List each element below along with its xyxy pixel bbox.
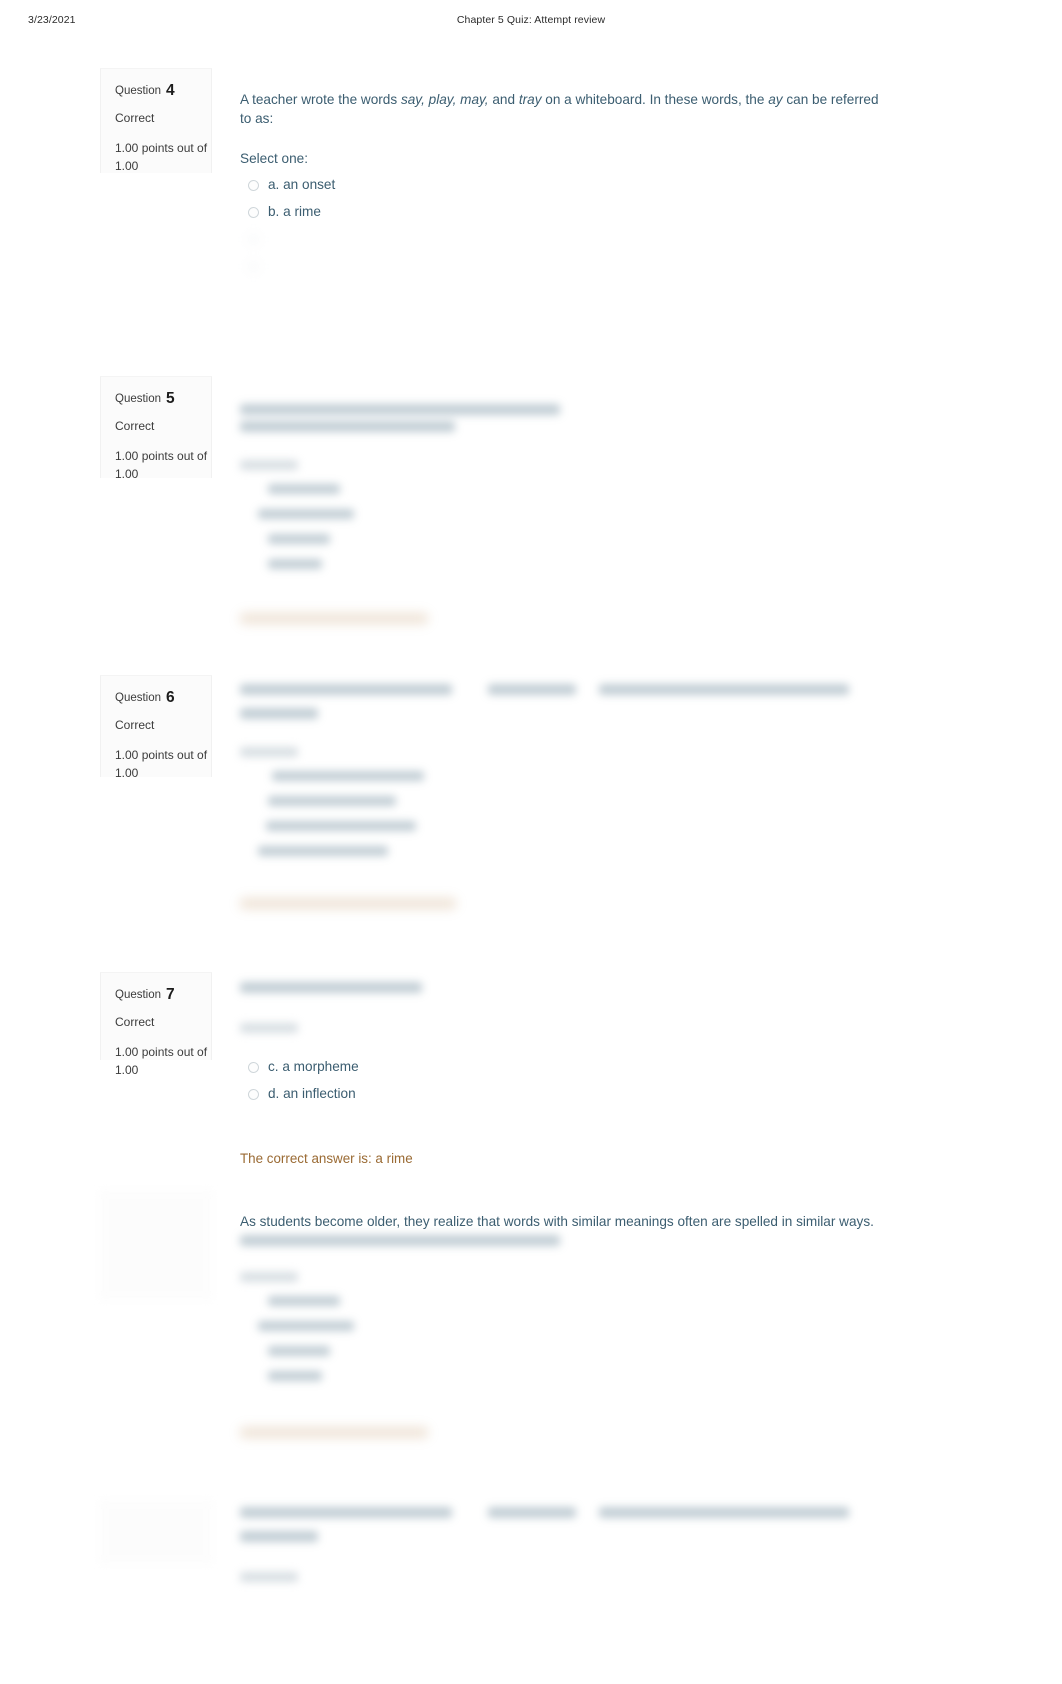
- answer-label-b-4: b. a rime: [268, 203, 321, 219]
- question-body-8-redacted: [240, 1235, 880, 1439]
- question-number-value-5: 5: [166, 390, 175, 407]
- q4-text-seg3: on a whiteboard. In these words, the: [541, 92, 769, 107]
- question-number-value-4: 4: [166, 82, 175, 99]
- question-body-7-redacted: [240, 982, 880, 1033]
- question-info-panel-9-redacted: [100, 1500, 212, 1564]
- question-info-panel-7: Question 7 Correct 1.00 points out of 1.0…: [100, 972, 212, 1077]
- q4-text-seg2: and: [488, 92, 519, 107]
- question-number-label-5: Question: [115, 393, 162, 405]
- radio-icon[interactable]: [248, 179, 259, 191]
- answer-option-a-4[interactable]: a. an onset: [240, 175, 880, 202]
- question-state-5: Correct: [115, 418, 155, 433]
- question-info-panel-5: Question 5 Correct 1.00 points out of 1.0…: [100, 376, 212, 481]
- question-number-row-6: Question 6: [115, 690, 211, 706]
- question-marks-4: 1.00 points out of 1.00: [115, 140, 208, 173]
- question-info-panel-4: Question 4 Correct 1.00 points out of 1.0…: [100, 68, 212, 173]
- question-body-4: A teacher wrote the words say, play, may…: [240, 90, 880, 283]
- q4-text-em3: ay: [768, 92, 783, 107]
- radio-icon[interactable]: [248, 1089, 259, 1100]
- correct-answer-text-7: The correct answer is: a rime: [240, 1151, 413, 1166]
- question-body-8: As students become older, they realize t…: [240, 1212, 880, 1439]
- question-number-label-7: Question: [115, 989, 162, 1001]
- answer-list-4: a. an onset b. a rime: [240, 175, 880, 283]
- radio-icon[interactable]: [248, 206, 259, 218]
- question-marks-7: 1.00 points out of 1.00: [115, 1044, 208, 1077]
- answer-label-c-7: c. a morpheme: [268, 1059, 359, 1074]
- question-body-5-redacted: [240, 404, 880, 624]
- question-number-value-6: 6: [166, 689, 175, 706]
- question-state-6: Correct: [115, 717, 155, 732]
- q4-text-seg1: A teacher wrote the words: [240, 92, 401, 107]
- answer-label-d-7: d. an inflection: [268, 1086, 356, 1101]
- answer-list-7: c. a morpheme d. an inflection: [240, 1057, 880, 1111]
- question-state-4: Correct: [115, 110, 155, 125]
- q4-text-em2: tray: [518, 92, 542, 107]
- select-one-label-4: Select one:: [240, 150, 309, 166]
- page-title: Chapter 5 Quiz: Attempt review: [456, 14, 606, 26]
- radio-icon[interactable]: [248, 260, 259, 272]
- question-body-9-redacted: [240, 1505, 900, 1582]
- question-info-panel-6: Question 6 Correct 1.00 points out of 1.0…: [100, 675, 212, 780]
- question-number-value-7: 7: [166, 986, 175, 1003]
- q4-text-em1: say, play, may,: [400, 92, 489, 107]
- answer-option-c-7[interactable]: c. a morpheme: [240, 1057, 880, 1084]
- question-number-label-4: Question: [115, 85, 162, 97]
- question-text-4: A teacher wrote the words say, play, may…: [240, 90, 880, 129]
- answer-option-d-7[interactable]: d. an inflection: [240, 1084, 880, 1111]
- question-state-7: Correct: [115, 1014, 155, 1029]
- question-number-row-5: Question 5: [115, 391, 211, 407]
- question-number-row-4: Question 4: [115, 83, 211, 99]
- question-number-label-6: Question: [115, 692, 162, 704]
- quiz-review-page: 3/23/2021 Chapter 5 Quiz: Attempt review…: [0, 0, 1062, 1684]
- radio-icon[interactable]: [248, 1062, 259, 1073]
- question-info-panel-8-redacted: [100, 1190, 212, 1300]
- question-body-6-redacted: [240, 682, 900, 909]
- answer-label-a-4: a. an onset: [268, 176, 336, 192]
- answer-option-d-4[interactable]: [240, 256, 880, 283]
- answer-option-c-4[interactable]: [240, 229, 880, 256]
- print-header: 3/23/2021 Chapter 5 Quiz: Attempt review: [0, 14, 1062, 32]
- question-number-row-7: Question 7: [115, 987, 211, 1003]
- question-body-7-visible: c. a morpheme d. an inflection The corre…: [240, 1048, 880, 1169]
- radio-icon[interactable]: [248, 233, 259, 245]
- answer-option-b-4[interactable]: b. a rime: [240, 202, 880, 229]
- question-marks-6: 1.00 points out of 1.00: [115, 747, 208, 780]
- question-text-8: As students become older, they realize t…: [240, 1214, 874, 1229]
- question-marks-5: 1.00 points out of 1.00: [115, 448, 208, 481]
